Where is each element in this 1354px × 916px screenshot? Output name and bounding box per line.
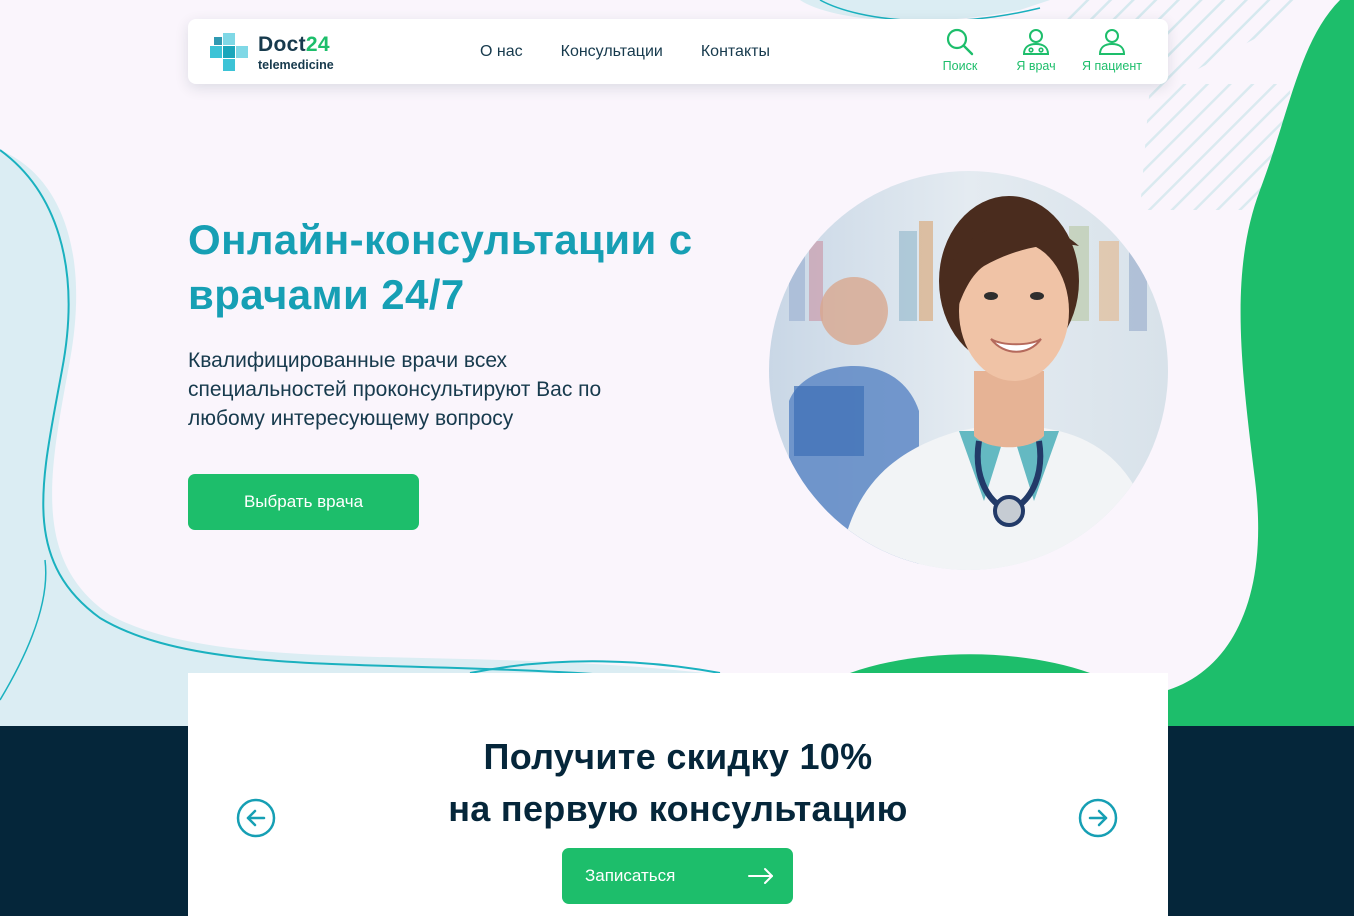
logo[interactable]: Doct24 telemedicine (210, 33, 370, 73)
doctor-login-button[interactable]: Я врач (998, 27, 1074, 73)
doctor-illustration (769, 171, 1168, 570)
user-icon (1098, 29, 1126, 55)
arrow-right-circle-icon (1078, 798, 1118, 838)
sign-up-button[interactable]: Записаться (562, 848, 793, 904)
patient-login-button[interactable]: Я пациент (1074, 27, 1150, 73)
doctor-icon (1022, 29, 1050, 55)
promo-card: Получите скидку 10% на первую консультац… (188, 673, 1168, 916)
carousel-next-button[interactable] (1078, 798, 1118, 838)
promo-title: Получите скидку 10% на первую консультац… (188, 731, 1168, 835)
header-actions: Поиск Я врач Я пациент (922, 27, 1150, 73)
patient-label: Я пациент (1082, 59, 1142, 73)
doctor-photo (769, 171, 1168, 570)
nav-link-about[interactable]: О нас (480, 43, 523, 61)
carousel-prev-button[interactable] (236, 798, 276, 838)
sign-up-label: Записаться (585, 866, 676, 885)
search-icon (946, 28, 974, 56)
hero-title: Онлайн-консультации с врачами 24/7 (188, 216, 693, 318)
site-header: Doct24 telemedicine О нас Консультации К… (188, 19, 1168, 84)
nav-link-contacts[interactable]: Контакты (701, 43, 770, 61)
choose-doctor-button[interactable]: Выбрать врача (188, 474, 419, 530)
doctor-label: Я врач (1016, 59, 1056, 73)
logo-cross-icon (210, 33, 248, 71)
logo-name: Doct24 (258, 33, 330, 56)
promo-title-line-1: Получите скидку 10% (483, 736, 873, 777)
search-label: Поиск (942, 59, 978, 73)
promo-title-line-2: на первую консультацию (448, 788, 908, 829)
arrow-left-circle-icon (236, 798, 276, 838)
nav-link-consultations[interactable]: Консультации (561, 43, 663, 61)
arrow-right-icon (748, 868, 773, 884)
hero-description: Квалифицированные врачи всех специальнос… (188, 349, 602, 430)
search-button[interactable]: Поиск (922, 27, 998, 73)
main-nav: О нас Консультации Контакты (480, 19, 808, 84)
logo-tagline: telemedicine (258, 58, 334, 72)
